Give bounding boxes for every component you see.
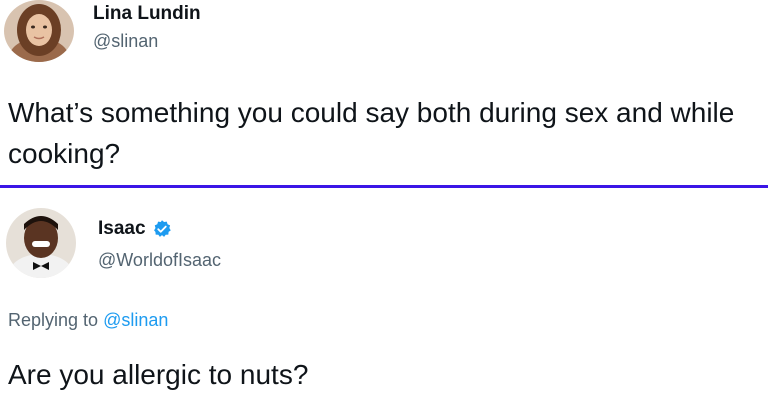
replying-to-line: Replying to @slinan bbox=[8, 310, 168, 331]
verified-badge-icon bbox=[153, 220, 171, 237]
author-handle[interactable]: @slinan bbox=[93, 31, 158, 52]
avatar[interactable] bbox=[4, 0, 74, 62]
replying-to-label: Replying to bbox=[8, 310, 99, 330]
avatar[interactable] bbox=[6, 208, 76, 278]
author-name[interactable]: Isaac bbox=[98, 218, 172, 240]
author-name[interactable]: Lina Lundin bbox=[93, 3, 201, 25]
author-name-label: Isaac bbox=[98, 218, 146, 239]
profile-photo-icon bbox=[6, 208, 76, 278]
tweet-text: Are you allergic to nuts? bbox=[8, 359, 309, 390]
original-tweet: Lina Lundin @slinan What’s something you… bbox=[0, 0, 768, 185]
author-handle[interactable]: @WorldofIsaac bbox=[98, 250, 221, 271]
tweet-text: What’s something you could say both duri… bbox=[8, 97, 735, 169]
reply-tweet: Isaac @WorldofIsaac Replying to @slinan … bbox=[0, 188, 768, 402]
profile-photo-icon bbox=[4, 0, 74, 62]
replying-to-link[interactable]: @slinan bbox=[103, 310, 168, 330]
